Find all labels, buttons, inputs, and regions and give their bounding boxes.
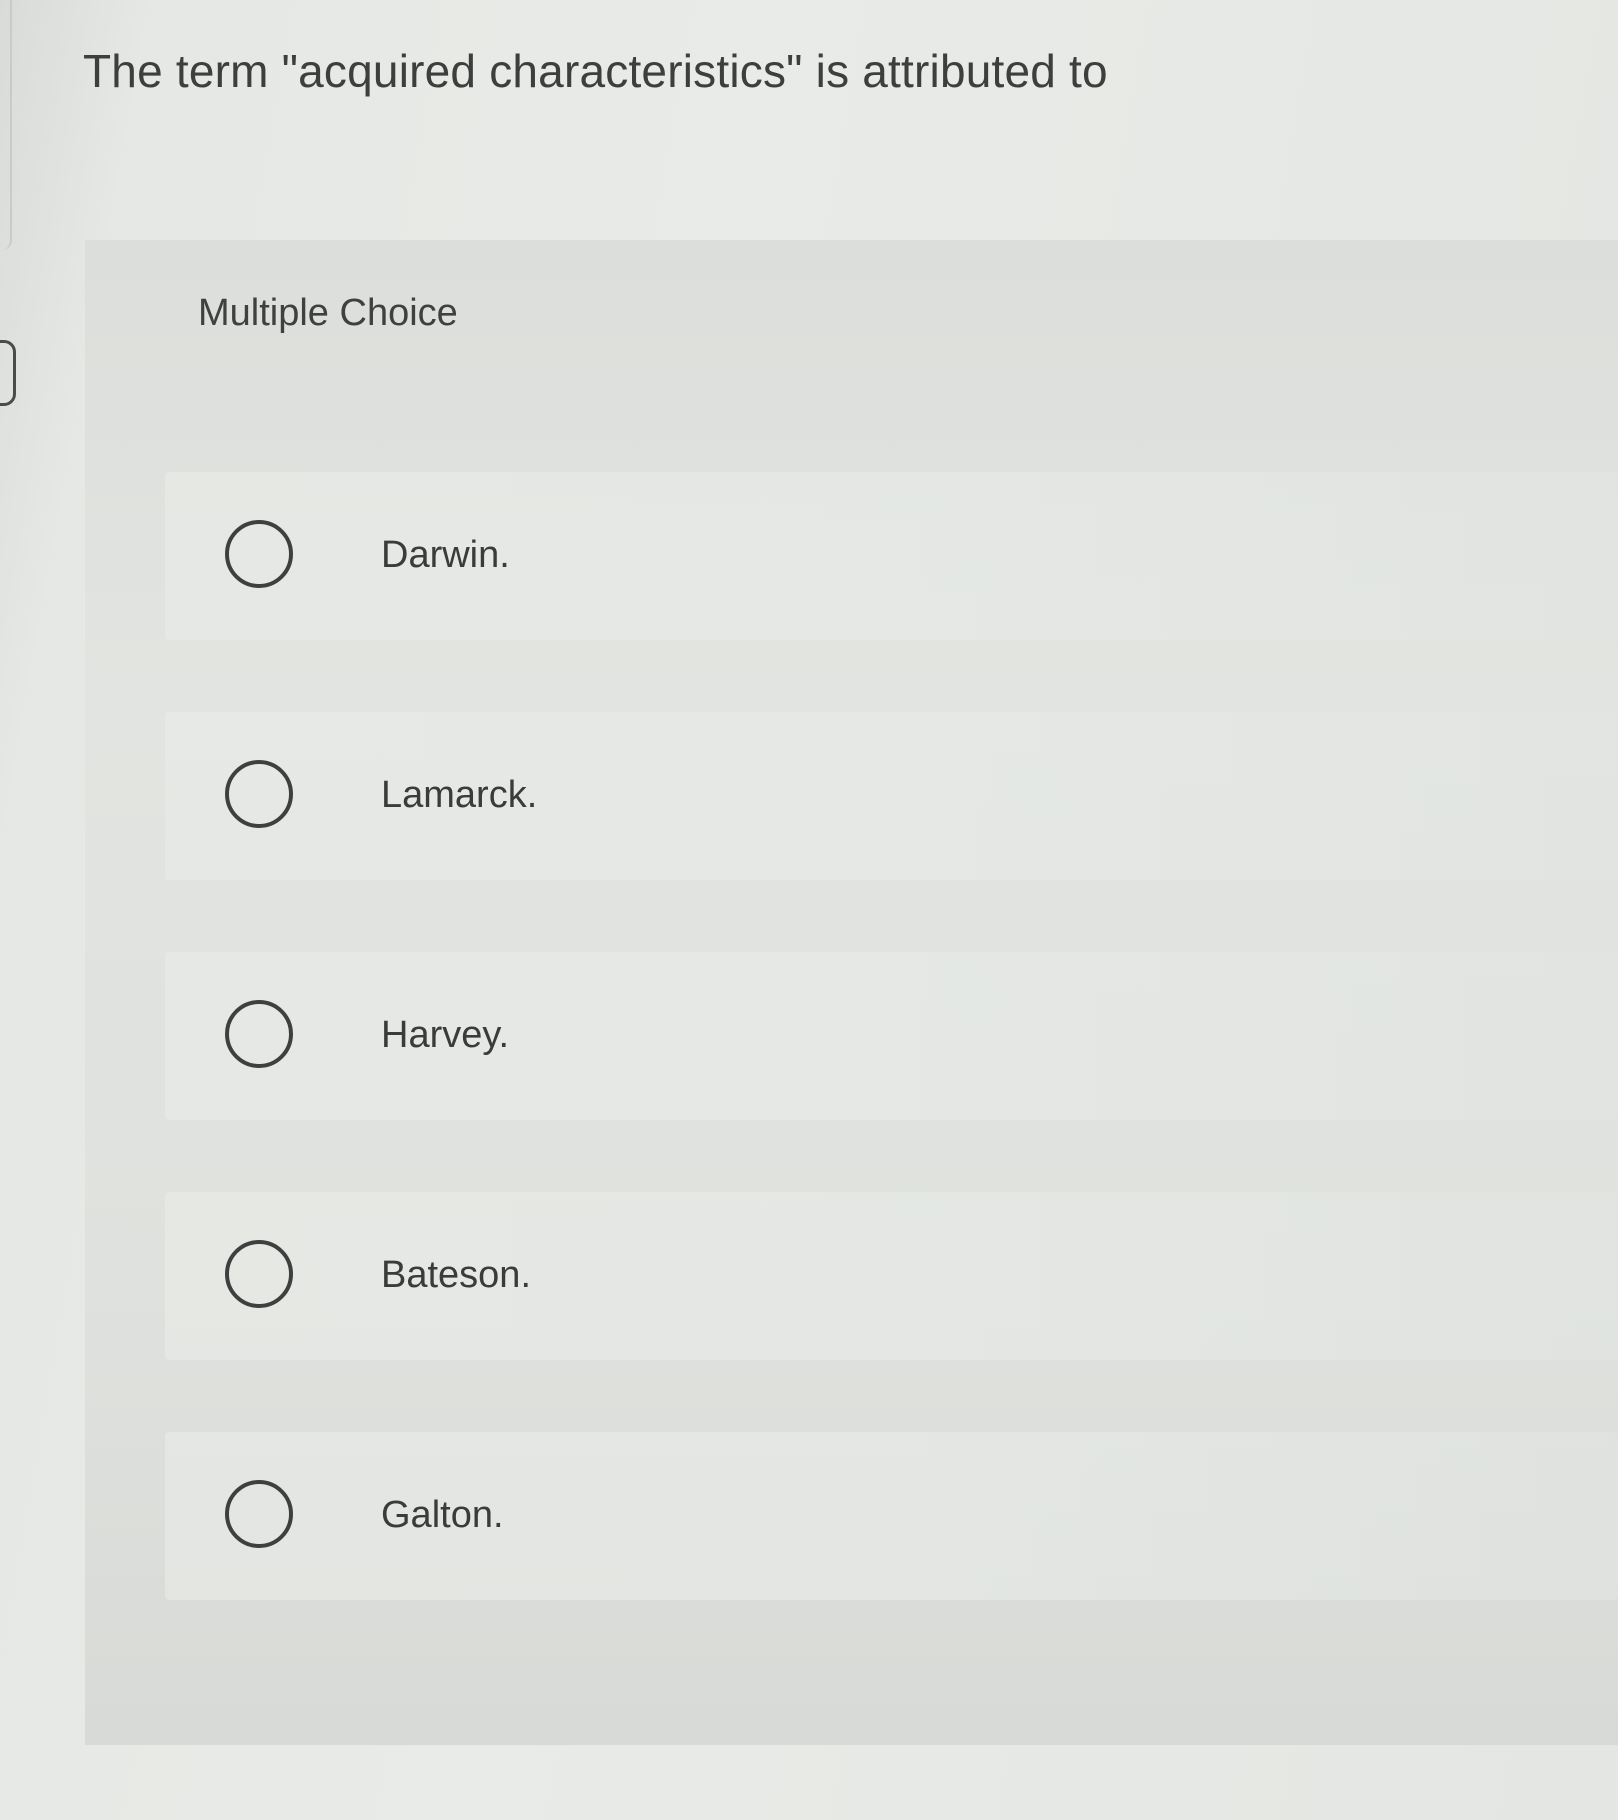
answer-option-harvey[interactable]: Harvey.: [165, 952, 1618, 1120]
answer-option-label: Harvey.: [381, 1014, 510, 1056]
radio-button-icon[interactable]: [225, 1240, 293, 1308]
left-panel-edge: [0, 0, 12, 250]
answer-option-lamarck[interactable]: Lamarck.: [165, 712, 1618, 880]
answer-options: Darwin. Lamarck. Harvey. Bateson. Galton…: [165, 472, 1618, 1672]
answer-option-label: Bateson.: [381, 1254, 531, 1296]
radio-button-icon[interactable]: [225, 520, 293, 588]
answer-option-label: Darwin.: [381, 534, 510, 576]
radio-button-icon[interactable]: [225, 760, 293, 828]
radio-button-icon[interactable]: [225, 1000, 293, 1068]
answer-option-galton[interactable]: Galton.: [165, 1432, 1618, 1600]
radio-button-icon[interactable]: [225, 1480, 293, 1548]
answer-option-label: Lamarck.: [381, 774, 538, 816]
question-text: The term "acquired characteristics" is a…: [83, 45, 1108, 97]
side-toggle-edge: [0, 340, 16, 406]
question-type-label: Multiple Choice: [198, 292, 458, 334]
answer-option-darwin[interactable]: Darwin.: [165, 472, 1618, 640]
answer-option-label: Galton.: [381, 1494, 504, 1536]
answer-option-bateson[interactable]: Bateson.: [165, 1192, 1618, 1360]
multiple-choice-panel: Multiple Choice Darwin. Lamarck. Harvey.…: [85, 240, 1618, 1745]
